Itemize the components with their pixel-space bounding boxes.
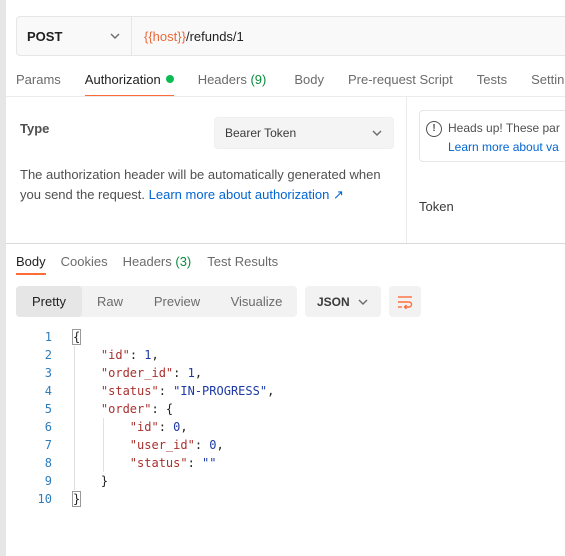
resp-tab-body[interactable]: Body xyxy=(16,254,46,275)
tab-authorization-label: Authorization xyxy=(84,72,161,87)
resp-tab-cookies[interactable]: Cookies xyxy=(61,254,108,275)
left-edge-border xyxy=(0,0,6,556)
request-tabs: Params Authorization Headers (9) Body Pr… xyxy=(16,64,564,97)
tab-tests[interactable]: Tests xyxy=(477,64,507,96)
resp-tab-headers-label: Headers xyxy=(122,254,172,269)
tab-settings-label: Settin xyxy=(531,72,565,87)
line-number: 3 xyxy=(44,366,52,380)
chevron-down-icon xyxy=(110,33,120,39)
json-key: "status" xyxy=(100,384,159,398)
tab-headers-label: Headers xyxy=(197,72,247,87)
tab-headers[interactable]: Headers (9) xyxy=(198,64,267,96)
line-number: 5 xyxy=(44,402,52,416)
resp-tab-body-label: Body xyxy=(16,254,46,269)
auth-type-select[interactable]: Bearer Token xyxy=(214,117,394,149)
json-value: "IN-PROGRESS" xyxy=(173,384,268,398)
tab-pre-request-script-label: Pre-request Script xyxy=(347,72,453,87)
active-status-dot-icon xyxy=(165,75,174,83)
url-path: /refunds/1 xyxy=(185,28,244,44)
line-number: 8 xyxy=(44,456,52,470)
heads-up-notice: ! Heads up! These par Learn more about v… xyxy=(419,110,565,162)
chevron-down-icon xyxy=(358,299,368,305)
json-value: "" xyxy=(202,456,217,470)
line-number: 7 xyxy=(44,438,52,452)
format-pretty-button[interactable]: Pretty xyxy=(16,286,82,317)
line-number: 4 xyxy=(44,384,52,398)
auth-description: The authorization header will be automat… xyxy=(20,165,396,205)
response-divider[interactable] xyxy=(6,243,565,244)
line-number: 1 xyxy=(44,330,52,344)
json-key: "user_id" xyxy=(129,438,195,452)
line-number: 9 xyxy=(44,474,52,488)
heads-up-title: Heads up! These par xyxy=(448,121,560,135)
json-key: "status" xyxy=(129,456,188,470)
format-toggle-group: Pretty Raw Preview Visualize xyxy=(16,286,297,317)
method-label: POST xyxy=(27,28,63,44)
json-key: "id" xyxy=(100,348,130,362)
tab-pre-request-script[interactable]: Pre-request Script xyxy=(348,64,453,96)
resp-tab-test-results-label: Test Results xyxy=(207,254,279,269)
json-key: "order" xyxy=(100,402,152,416)
tab-params-label: Params xyxy=(16,72,61,87)
line-number: 2 xyxy=(44,348,52,362)
wrap-lines-button[interactable] xyxy=(389,286,421,317)
json-key: "id" xyxy=(129,420,159,434)
chevron-down-icon xyxy=(372,130,382,136)
line-number: 6 xyxy=(44,420,52,434)
tab-authorization[interactable]: Authorization xyxy=(84,64,174,97)
tab-tests-label: Tests xyxy=(476,72,508,87)
language-value: JSON xyxy=(317,294,350,309)
url-bar: POST {{host}}/refunds/1 xyxy=(16,16,565,56)
resp-tab-cookies-label: Cookies xyxy=(60,254,108,269)
tab-body-label: Body xyxy=(294,72,324,87)
heads-up-learn-more-link[interactable]: Learn more about va xyxy=(448,140,559,154)
wrap-lines-icon xyxy=(398,295,413,309)
json-value: 1 xyxy=(187,366,195,380)
json-key: "order_id" xyxy=(100,366,174,380)
auth-type-label: Type xyxy=(20,121,50,136)
format-visualize-button[interactable]: Visualize xyxy=(216,286,297,317)
json-value: 1 xyxy=(144,348,152,362)
auth-pane-divider xyxy=(406,97,407,243)
close-brace: } xyxy=(72,491,82,507)
language-select[interactable]: JSON xyxy=(305,286,381,317)
url-host-variable: {{host}} xyxy=(144,28,186,44)
format-raw-button[interactable]: Raw xyxy=(82,286,138,317)
method-select[interactable]: POST xyxy=(17,17,132,55)
json-value: 0 xyxy=(173,420,181,434)
resp-tab-headers[interactable]: Headers (3) xyxy=(123,254,192,275)
auth-config-pane: Type Bearer Token The authorization head… xyxy=(6,97,406,243)
info-icon: ! xyxy=(426,121,442,137)
format-preview-button[interactable]: Preview xyxy=(138,286,216,317)
token-label: Token xyxy=(419,199,454,214)
open-brace: { xyxy=(72,329,82,345)
response-tabs: Body Cookies Headers (3) Test Results xyxy=(16,254,293,275)
resp-tab-test-results[interactable]: Test Results xyxy=(207,254,278,275)
learn-more-authorization-link[interactable]: Learn more about authorization ↗ xyxy=(149,187,344,202)
auth-type-value: Bearer Token xyxy=(225,126,297,140)
tab-params[interactable]: Params xyxy=(16,64,61,96)
line-number: 10 xyxy=(37,492,52,506)
tab-headers-count: (9) xyxy=(250,72,267,87)
resp-tab-headers-count: (3) xyxy=(175,254,192,269)
url-input[interactable]: {{host}}/refunds/1 xyxy=(132,29,244,44)
tab-settings[interactable]: Settin xyxy=(531,64,564,96)
json-value: 0 xyxy=(209,438,217,452)
tab-body[interactable]: Body xyxy=(294,64,324,96)
